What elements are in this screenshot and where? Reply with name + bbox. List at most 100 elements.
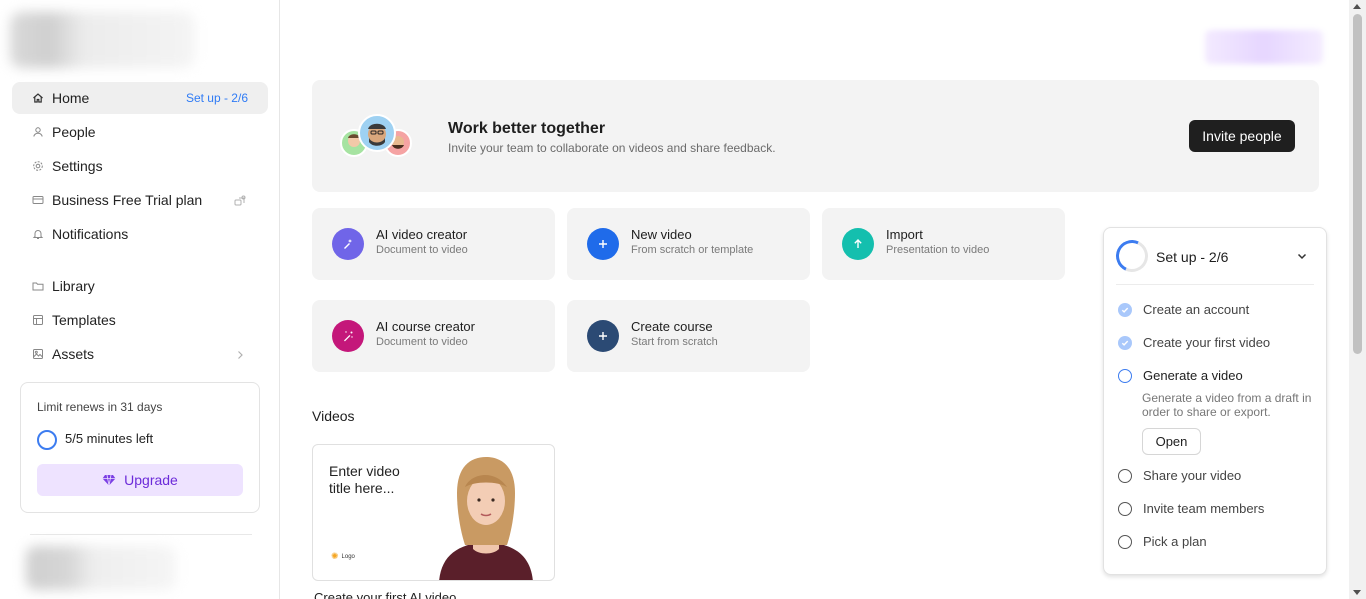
setup-progress-ring bbox=[1111, 235, 1153, 277]
avatar-presenter-image bbox=[439, 457, 533, 580]
upgrade-label: Upgrade bbox=[124, 472, 178, 488]
sidebar-item-label: Templates bbox=[52, 312, 116, 328]
sidebar: Home Set up - 2/6 People Settings Busine… bbox=[0, 0, 280, 599]
card-subtitle: Document to video bbox=[376, 244, 468, 256]
sidebar-item-notifications[interactable]: Notifications bbox=[12, 218, 268, 250]
banner-subtitle: Invite your team to collaborate on video… bbox=[448, 141, 776, 155]
setup-step-create-video[interactable]: Create your first video bbox=[1118, 335, 1270, 350]
template-icon bbox=[32, 314, 44, 326]
sidebar-item-home[interactable]: Home Set up - 2/6 bbox=[12, 82, 268, 114]
step-label: Invite team members bbox=[1143, 501, 1265, 516]
invite-banner: Work better together Invite your team to… bbox=[312, 80, 1319, 192]
wand-icon bbox=[332, 228, 364, 260]
setup-step-pick-plan[interactable]: Pick a plan bbox=[1118, 534, 1207, 549]
people-icon bbox=[32, 126, 44, 138]
sidebar-item-templates[interactable]: Templates bbox=[12, 304, 268, 336]
top-right-button-blurred[interactable] bbox=[1205, 30, 1323, 64]
sparkle-wand-icon bbox=[332, 320, 364, 352]
setup-checklist-panel: Set up - 2/6 Create an account Create yo… bbox=[1103, 227, 1327, 575]
setup-divider bbox=[1116, 284, 1314, 285]
import-card[interactable]: Import Presentation to video bbox=[822, 208, 1065, 280]
arrow-up-icon bbox=[842, 228, 874, 260]
ai-video-creator-card[interactable]: AI video creator Document to video bbox=[312, 208, 555, 280]
credit-card-icon bbox=[32, 194, 44, 206]
setup-step-generate-video[interactable]: Generate a video bbox=[1118, 368, 1243, 383]
user-profile-blurred[interactable] bbox=[26, 546, 176, 590]
sidebar-item-people[interactable]: People bbox=[12, 116, 268, 148]
team-avatars bbox=[340, 112, 416, 160]
minutes-left-text: 5/5 minutes left bbox=[65, 431, 154, 446]
setup-step-create-account[interactable]: Create an account bbox=[1118, 302, 1249, 317]
card-subtitle: Document to video bbox=[376, 336, 468, 348]
ai-course-creator-card[interactable]: AI course creator Document to video bbox=[312, 300, 555, 372]
usage-limit-card: Limit renews in 31 days 5/5 minutes left… bbox=[20, 382, 260, 513]
setup-title: Set up - 2/6 bbox=[1156, 249, 1229, 265]
switch-plan-icon[interactable] bbox=[234, 194, 246, 206]
plus-icon bbox=[587, 320, 619, 352]
plus-icon bbox=[587, 228, 619, 260]
scroll-down-arrow-icon[interactable] bbox=[1353, 590, 1361, 595]
banner-title: Work better together bbox=[448, 120, 606, 137]
card-title: Create course bbox=[631, 319, 713, 334]
scroll-thumb[interactable] bbox=[1353, 14, 1362, 354]
bell-icon bbox=[32, 228, 44, 240]
circle-current-icon bbox=[1118, 368, 1132, 383]
setup-step-share-video[interactable]: Share your video bbox=[1118, 468, 1241, 483]
home-icon bbox=[32, 92, 44, 104]
minutes-progress-ring bbox=[37, 430, 57, 450]
invite-people-button[interactable]: Invite people bbox=[1189, 120, 1295, 152]
gear-icon bbox=[32, 160, 44, 172]
circle-empty-icon bbox=[1118, 534, 1132, 549]
card-subtitle: Presentation to video bbox=[886, 244, 990, 256]
step-label: Create an account bbox=[1143, 302, 1250, 317]
check-icon bbox=[1118, 335, 1132, 350]
chevron-down-icon[interactable] bbox=[1296, 250, 1308, 262]
step-label: Create your first video bbox=[1143, 335, 1271, 350]
image-icon bbox=[32, 348, 44, 360]
card-title: AI course creator bbox=[376, 319, 475, 334]
step-description: Generate a video from a draft in order t… bbox=[1142, 391, 1312, 419]
video-logo: ✺ Logo bbox=[331, 551, 355, 562]
card-subtitle: Start from scratch bbox=[631, 336, 718, 348]
page-scrollbar[interactable] bbox=[1349, 0, 1366, 599]
sidebar-item-library[interactable]: Library bbox=[12, 270, 268, 302]
setup-step-invite-team[interactable]: Invite team members bbox=[1118, 501, 1264, 516]
card-title: New video bbox=[631, 227, 692, 242]
check-icon bbox=[1118, 302, 1132, 317]
step-label: Generate a video bbox=[1143, 368, 1243, 383]
create-course-card[interactable]: Create course Start from scratch bbox=[567, 300, 810, 372]
sidebar-item-label: People bbox=[52, 124, 96, 140]
video-logo-text: Logo bbox=[341, 553, 355, 560]
video-title-placeholder: Enter video title here... bbox=[329, 463, 400, 496]
upgrade-button[interactable]: Upgrade bbox=[37, 464, 243, 496]
sun-logo-icon: ✺ bbox=[331, 551, 339, 561]
step-label: Pick a plan bbox=[1143, 534, 1207, 549]
sidebar-item-label: Library bbox=[52, 278, 95, 294]
sidebar-item-label: Home bbox=[52, 90, 90, 106]
limit-renew-text: Limit renews in 31 days bbox=[37, 400, 163, 414]
open-button[interactable]: Open bbox=[1142, 428, 1201, 455]
chevron-right-icon[interactable] bbox=[234, 348, 246, 360]
sidebar-item-label: Settings bbox=[52, 158, 103, 174]
sidebar-divider bbox=[30, 534, 252, 535]
video-caption: Create your first AI video bbox=[314, 590, 457, 599]
folder-icon bbox=[32, 280, 44, 292]
card-title: Import bbox=[886, 227, 923, 242]
card-title: AI video creator bbox=[376, 227, 468, 242]
sidebar-item-plan[interactable]: Business Free Trial plan bbox=[12, 184, 268, 216]
videos-heading: Videos bbox=[312, 408, 355, 424]
circle-empty-icon bbox=[1118, 468, 1132, 483]
new-video-card[interactable]: New video From scratch or template bbox=[567, 208, 810, 280]
sidebar-item-assets[interactable]: Assets bbox=[12, 338, 268, 370]
circle-empty-icon bbox=[1118, 501, 1132, 516]
workspace-switcher-blurred[interactable] bbox=[10, 12, 195, 68]
sidebar-item-label: Business Free Trial plan bbox=[52, 192, 203, 208]
scroll-up-arrow-icon[interactable] bbox=[1353, 4, 1361, 9]
video-thumbnail-card[interactable]: Enter video title here... ✺ Logo bbox=[312, 444, 555, 581]
step-label: Share your video bbox=[1143, 468, 1242, 483]
sidebar-item-settings[interactable]: Settings bbox=[12, 150, 268, 182]
setup-progress-badge[interactable]: Set up - 2/6 bbox=[186, 91, 248, 105]
sidebar-item-label: Assets bbox=[52, 346, 95, 362]
diamond-icon bbox=[102, 474, 116, 486]
card-subtitle: From scratch or template bbox=[631, 244, 754, 256]
